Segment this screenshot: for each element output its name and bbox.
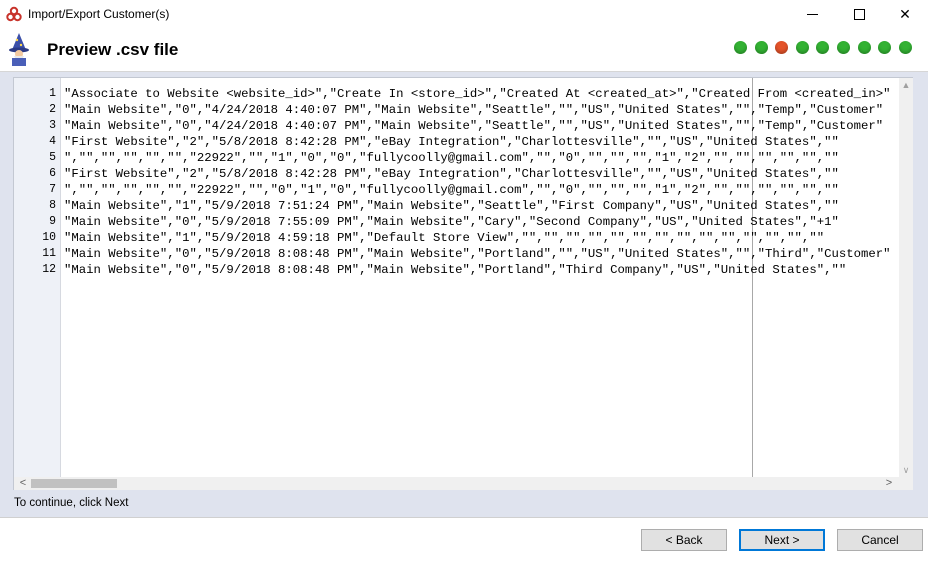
vertical-scrollbar[interactable]: ▲ ∨: [899, 78, 913, 477]
maximize-button[interactable]: [836, 0, 882, 28]
csv-line: "Main Website","0","4/24/2018 4:40:07 PM…: [64, 103, 884, 117]
horizontal-scroll-thumb[interactable]: [31, 479, 117, 488]
line-number: 3: [49, 119, 56, 132]
csv-line: ","","","","","","22922","","1","0","0",…: [64, 151, 839, 165]
line-number: 1: [49, 87, 56, 100]
csv-line: "Main Website","0","5/9/2018 8:08:48 PM"…: [64, 247, 891, 261]
line-number-gutter: 1 2 3 4 5 6 7 8 9 10 11 12: [14, 78, 61, 477]
line-number: 9: [49, 215, 56, 228]
minimize-icon: [807, 14, 818, 15]
line-number: 10: [42, 231, 56, 244]
scroll-up-icon[interactable]: ▲: [899, 78, 913, 92]
line-number: 12: [42, 263, 56, 276]
page-title: Preview .csv file: [47, 40, 179, 59]
wizard-icon: [9, 33, 29, 66]
line-number: 5: [49, 151, 56, 164]
csv-line: "First Website","2","5/8/2018 8:42:28 PM…: [64, 167, 839, 181]
step-dot-4: [795, 41, 809, 54]
back-button[interactable]: < Back: [641, 529, 727, 551]
close-button[interactable]: ✕: [882, 0, 928, 28]
status-message: To continue, click Next: [14, 497, 129, 509]
wizard-header: Preview .csv file: [0, 28, 928, 72]
maximize-icon: [854, 9, 865, 20]
step-dot-8: [878, 41, 892, 54]
title-bar: Import/Export Customer(s) ✕: [0, 0, 928, 28]
line-number: 7: [49, 183, 56, 196]
step-dot-1: [734, 41, 747, 54]
csv-line: "First Website","2","5/8/2018 8:42:28 PM…: [64, 135, 839, 149]
line-number: 2: [49, 103, 56, 116]
scroll-right-icon[interactable]: >: [882, 477, 896, 490]
button-bar: < Back Next > Cancel: [0, 517, 928, 561]
csv-preview[interactable]: 1 2 3 4 5 6 7 8 9 10 11 12 "Associate to Website <w…: [13, 77, 913, 490]
next-button[interactable]: Next >: [739, 529, 825, 551]
csv-line: "Associate to Website <website_id>","Cre…: [64, 87, 891, 101]
window-title: Import/Export Customer(s): [28, 7, 170, 21]
step-dot-6: [837, 41, 850, 54]
horizontal-scrollbar[interactable]: < >: [14, 477, 913, 490]
csv-line: "Main Website","0","5/9/2018 7:55:09 PM"…: [64, 215, 839, 229]
step-dot-9: [898, 41, 912, 54]
line-number: 4: [49, 135, 56, 148]
step-dot-3: [775, 41, 789, 54]
close-icon: ✕: [899, 6, 911, 22]
csv-text-area[interactable]: "Associate to Website <website_id>","Cre…: [62, 78, 899, 477]
cancel-button[interactable]: Cancel: [837, 529, 923, 551]
csv-line: "Main Website","1","5/9/2018 4:59:18 PM"…: [64, 231, 825, 245]
content-panel: 1 2 3 4 5 6 7 8 9 10 11 12 "Associate to Website <w…: [0, 72, 928, 517]
scroll-down-icon[interactable]: ∨: [899, 463, 913, 477]
scroll-left-icon[interactable]: <: [16, 477, 30, 490]
step-dot-5: [816, 41, 830, 54]
line-number: 8: [49, 199, 56, 212]
minimize-button[interactable]: [790, 0, 836, 28]
csv-line: "Main Website","1","5/9/2018 7:51:24 PM"…: [64, 199, 839, 213]
csv-line: ","","","","","","22922","","0","1","0",…: [64, 183, 839, 197]
line-number: 6: [49, 167, 56, 180]
csv-line: "Main Website","0","5/9/2018 8:08:48 PM"…: [64, 263, 847, 277]
step-dot-7: [857, 41, 871, 54]
step-dot-2: [754, 41, 768, 54]
csv-line: "Main Website","0","4/24/2018 4:40:07 PM…: [64, 119, 884, 133]
app-logo-icon: [6, 6, 22, 22]
line-number: 11: [42, 247, 56, 260]
